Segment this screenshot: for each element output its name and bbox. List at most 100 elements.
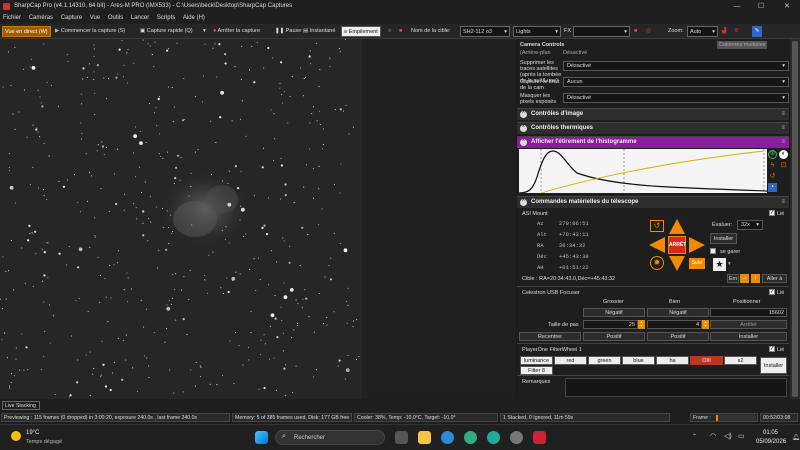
target-name-select[interactable]: SH2-112 o3 xyxy=(460,26,510,37)
camera-noise-select[interactable]: Aucun xyxy=(563,77,789,87)
recenter-button[interactable]: Recentrer xyxy=(519,332,581,341)
target-icon[interactable]: ◎ xyxy=(646,26,651,37)
menu-capture[interactable]: Capture xyxy=(61,15,82,21)
pause-button[interactable]: ❚❚ Pause xyxy=(275,26,301,37)
coarse-negative-button[interactable]: Négatif xyxy=(583,308,645,317)
telescope-header[interactable]: ⌃ Commandes matérielles du télescope ≡ xyxy=(517,196,789,208)
quick-capture-button[interactable]: ▣ Capture rapide (Q) xyxy=(140,26,193,37)
fine-positive-button[interactable]: Positif xyxy=(647,332,709,341)
chart-icon[interactable]: ▟ xyxy=(722,26,726,37)
weather-temp[interactable]: 19°C xyxy=(26,430,39,436)
image-controls-header[interactable]: ⌃ Contrôles d'image ≡ xyxy=(517,108,789,120)
menu-icon[interactable]: ≡ xyxy=(781,123,785,134)
weather-desc[interactable]: Temps dégagé xyxy=(26,439,62,445)
coarse-step-spinner[interactable]: ▴ ▾ xyxy=(638,320,645,329)
arrow-right-icon[interactable]: → xyxy=(740,274,749,283)
chevron-down-icon[interactable]: ▾ xyxy=(728,261,731,267)
menu-scripts[interactable]: Scripts xyxy=(157,15,175,21)
menu-vue[interactable]: Vue xyxy=(90,15,100,21)
wifi-icon[interactable]: ◠ xyxy=(710,432,716,440)
fine-negative-button[interactable]: Négatif xyxy=(647,308,709,317)
lightning-icon[interactable]: ϟ xyxy=(768,161,777,170)
arrow-down-icon[interactable]: ↓ xyxy=(751,274,760,283)
filterwheel-linked-checkbox[interactable]: ✓ xyxy=(769,346,775,352)
menu-icon[interactable]: ≡ xyxy=(781,197,785,208)
mask-pixels-select[interactable]: Désactivé xyxy=(563,93,789,103)
filter-8[interactable]: Filter 8 xyxy=(520,366,553,375)
filter-luminance[interactable]: luminance xyxy=(520,356,553,365)
weather-icon[interactable] xyxy=(11,431,21,441)
park-checkbox[interactable] xyxy=(710,248,716,254)
menu-fichier[interactable]: Fichier xyxy=(3,15,21,21)
goto-prefix[interactable]: Em xyxy=(727,274,739,283)
battery-icon[interactable]: ▭ xyxy=(738,432,745,440)
edge-icon[interactable] xyxy=(441,431,454,444)
menu-outils[interactable]: Outils xyxy=(108,15,123,21)
thermal-controls-header[interactable]: ⌃ Contrôles thermiques ≡ xyxy=(517,122,789,134)
satellite-trails-select[interactable]: Désactivé xyxy=(563,61,789,71)
histogram-chart[interactable] xyxy=(519,149,767,193)
live-stacking-tab[interactable]: Live Stacking xyxy=(2,401,40,410)
lock-icon[interactable]: ⊡ xyxy=(779,161,788,170)
filter-red[interactable]: red xyxy=(554,356,587,365)
mount-linked-checkbox[interactable]: ✓ xyxy=(769,210,775,216)
filter-ha[interactable]: ha xyxy=(656,356,689,365)
fine-step-spinner[interactable]: ▴ ▾ xyxy=(702,320,709,329)
live-view-button[interactable]: Vue en direct (W) xyxy=(2,26,51,37)
filter-oiii[interactable]: OIII xyxy=(690,356,723,365)
app-green-icon[interactable] xyxy=(464,431,477,444)
windows-start-icon[interactable] xyxy=(255,431,268,444)
menu-icon[interactable]: ≡ xyxy=(781,137,785,148)
filter-blue[interactable]: blue xyxy=(622,356,655,365)
start-capture-button[interactable]: ▶ Commencer la capture (S) xyxy=(55,26,125,37)
menu-aide[interactable]: Aide (H) xyxy=(183,15,205,21)
fx-select[interactable] xyxy=(573,26,630,37)
mount-install-button[interactable]: Installer xyxy=(710,233,737,244)
menu-cameras[interactable]: Caméras xyxy=(29,15,53,21)
tray-chevron-icon[interactable]: ⌃ xyxy=(692,433,697,440)
tracking-button[interactable]: Suivi xyxy=(689,258,705,269)
volume-icon[interactable]: ◁) xyxy=(724,432,732,440)
east-arrow-button[interactable] xyxy=(689,237,705,253)
circle-icon[interactable]: ○ xyxy=(388,26,391,37)
sharpcap-icon[interactable] xyxy=(533,431,546,444)
pen-icon[interactable]: ✎ xyxy=(752,26,762,37)
save-icon[interactable]: ▪ xyxy=(768,183,777,192)
dropdown-arrow[interactable]: ▾ xyxy=(203,26,206,37)
snapshot-button[interactable]: ▤ Instantané xyxy=(303,26,335,37)
south-arrow-button[interactable] xyxy=(669,256,685,271)
focuser-install-button[interactable]: Installer xyxy=(710,332,787,341)
focuser-linked-checkbox[interactable]: ✓ xyxy=(769,289,775,295)
filter-s2[interactable]: s2 xyxy=(724,356,757,365)
menu-lancer[interactable]: Lancer xyxy=(131,15,149,21)
red-square-icon[interactable]: ■ xyxy=(634,26,637,37)
file-explorer-icon[interactable] xyxy=(418,431,431,444)
stop-mount-button[interactable]: ARRÊT xyxy=(668,236,686,254)
coarse-step-input[interactable]: 25 xyxy=(583,320,638,329)
slew-rate-select[interactable]: 32x xyxy=(737,220,763,230)
clock-date[interactable]: 05/09/2026 xyxy=(756,439,786,445)
panel-scrollbar[interactable] xyxy=(790,39,800,399)
chrome-icon[interactable] xyxy=(487,431,500,444)
camera-app-icon[interactable] xyxy=(510,431,523,444)
task-view-icon[interactable] xyxy=(395,431,408,444)
multi-columns-toggle[interactable]: Colonnes multiples xyxy=(717,41,768,49)
filter-green[interactable]: green xyxy=(588,356,621,365)
close-button[interactable]: ✕ xyxy=(776,0,798,13)
remarks-textarea[interactable] xyxy=(565,378,787,397)
sun-icon[interactable]: ✹ xyxy=(650,256,664,270)
coarse-positive-button[interactable]: Positif xyxy=(583,332,645,341)
goto-button[interactable]: Aller à xyxy=(762,274,787,283)
maximize-button[interactable]: ☐ xyxy=(750,0,772,13)
menu-icon[interactable]: ≡ xyxy=(781,109,785,120)
filterwheel-install-button[interactable]: Installer xyxy=(760,357,787,374)
clock-time[interactable]: 01:05 xyxy=(763,430,778,436)
contrast-icon[interactable]: ◐ xyxy=(779,150,788,159)
minimize-button[interactable]: — xyxy=(726,0,748,13)
auto-stretch-icon[interactable]: ⊕ xyxy=(768,150,777,159)
fine-step-input[interactable]: 4 xyxy=(647,320,702,329)
stacking-button[interactable]: ≡ Empilement xyxy=(341,26,381,37)
settings-icon[interactable]: ⚙ xyxy=(734,26,739,37)
west-arrow-button[interactable] xyxy=(649,237,665,253)
star-icon[interactable]: ★ xyxy=(713,258,726,271)
